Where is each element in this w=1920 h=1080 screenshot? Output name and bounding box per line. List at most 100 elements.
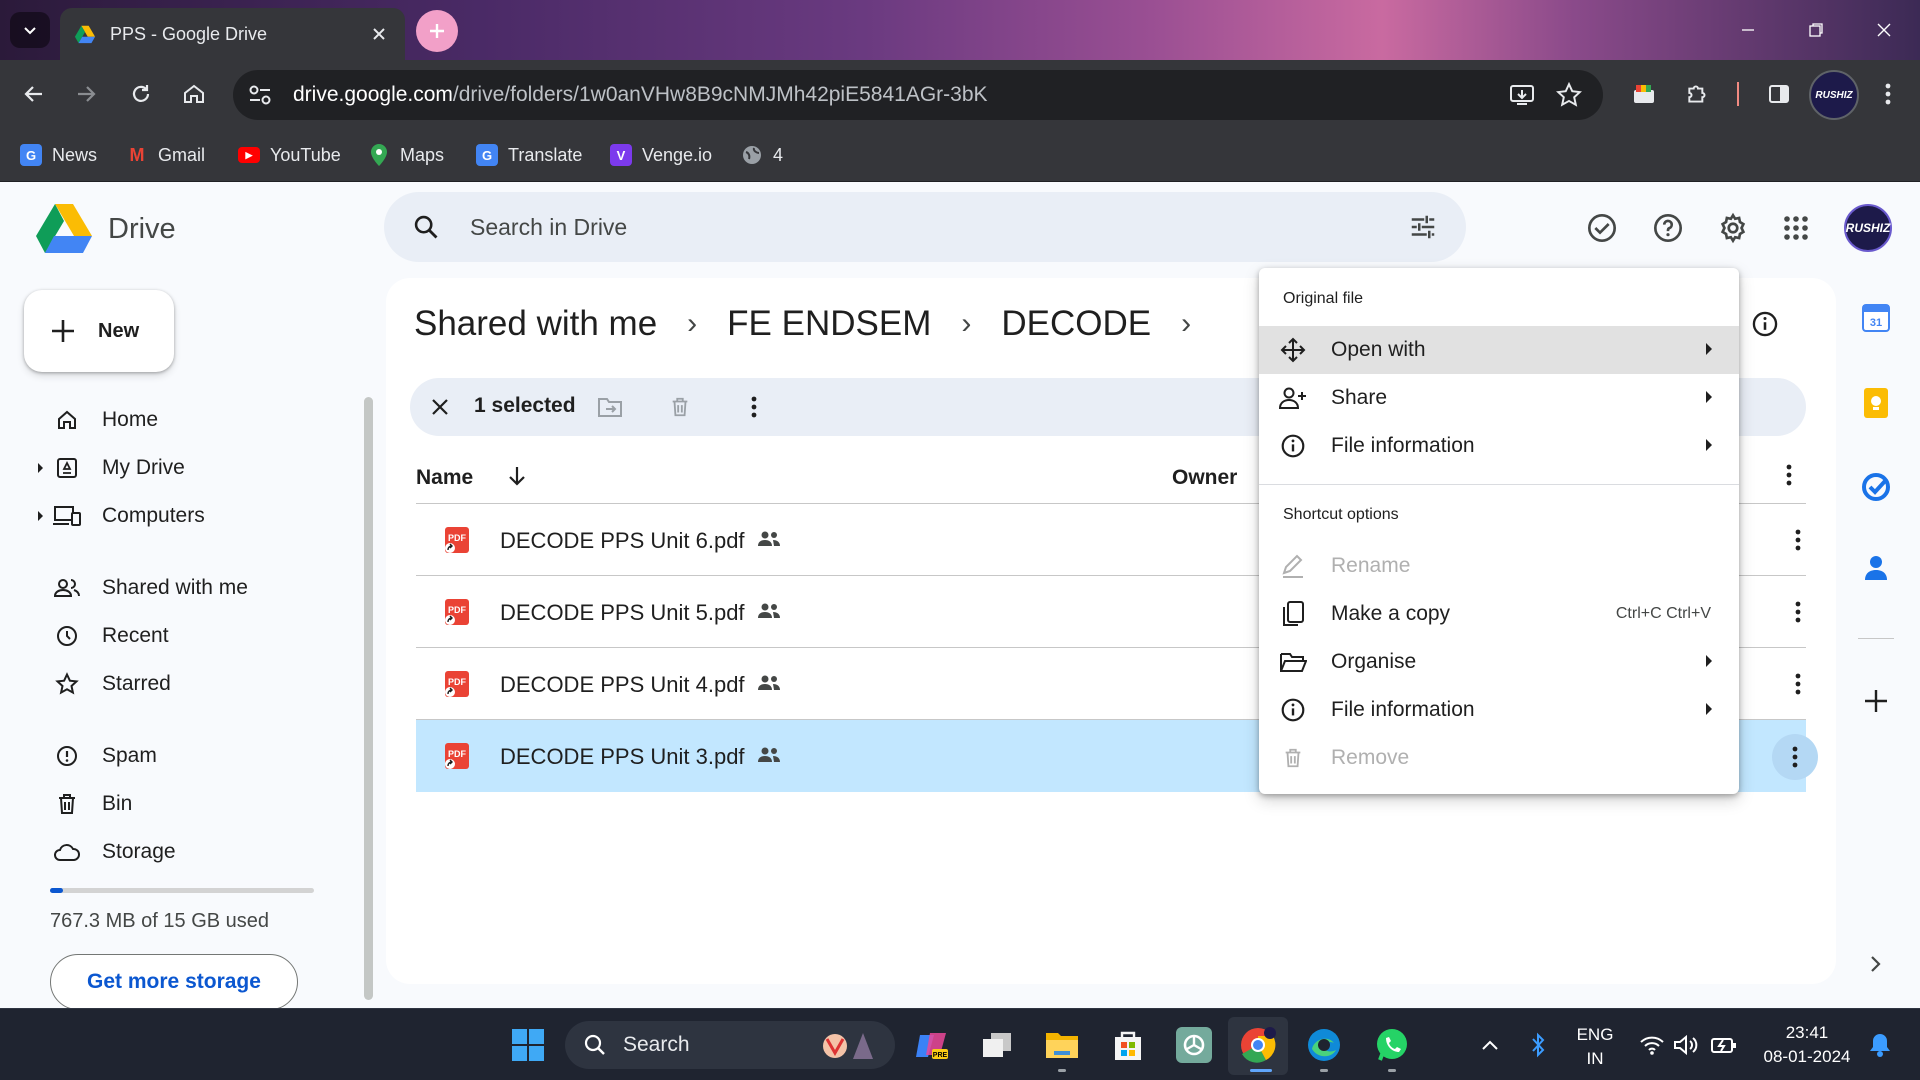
search-icon[interactable] — [412, 213, 440, 241]
bookmark-venge[interactable]: V Venge.io — [610, 140, 712, 170]
bookmark-folder-4[interactable]: 4 — [741, 140, 783, 170]
row-more-actions-icon[interactable] — [1786, 672, 1810, 696]
address-bar[interactable]: drive.google.com/drive/folders/1w0anVHw8… — [233, 70, 1603, 120]
sort-arrow-down-icon[interactable] — [506, 464, 528, 488]
offline-ready-button[interactable] — [1582, 208, 1622, 248]
restore-button[interactable] — [1800, 14, 1832, 46]
tab-search-button[interactable] — [10, 12, 50, 48]
chatgpt-app-icon[interactable] — [1172, 1023, 1216, 1067]
taskbar-search[interactable]: Search — [565, 1021, 895, 1069]
minimize-button[interactable] — [1732, 14, 1764, 46]
extension-button[interactable] — [1624, 74, 1664, 114]
clock[interactable]: 23:41 08-01-2024 — [1752, 1021, 1862, 1069]
copilot-taskbar-icon[interactable]: PRE — [910, 1023, 954, 1067]
new-button[interactable]: New — [24, 290, 174, 372]
sidebar-item-recent[interactable]: Recent — [36, 616, 336, 656]
file-name[interactable]: DECODE PPS Unit 3.pdf — [500, 744, 745, 770]
bookmark-gmail[interactable]: M Gmail — [126, 140, 206, 170]
account-avatar[interactable]: RUSHIZ — [1844, 204, 1892, 252]
sidebar-item-computers[interactable]: Computers — [36, 496, 336, 536]
browser-tab[interactable]: PPS - Google Drive — [60, 8, 405, 60]
new-tab-button[interactable] — [416, 10, 458, 52]
move-to-folder-icon[interactable] — [596, 393, 624, 421]
row-more-actions-icon[interactable] — [1786, 600, 1810, 624]
browser-profile-avatar[interactable]: RUSHIZ — [1809, 70, 1859, 120]
help-button[interactable] — [1648, 208, 1688, 248]
sidebar-scrollbar[interactable] — [364, 397, 373, 1000]
search-options-icon[interactable] — [1408, 212, 1438, 242]
drive-logo[interactable]: Drive — [36, 204, 176, 254]
bookmark-news[interactable]: G News — [20, 140, 97, 170]
notifications-bell-icon[interactable] — [1858, 1023, 1902, 1067]
menu-item-file-information[interactable]: File information — [1259, 422, 1739, 470]
start-button[interactable] — [506, 1023, 550, 1067]
tab-close-icon[interactable] — [367, 22, 391, 46]
get-more-storage-button[interactable]: Get more storage — [50, 954, 298, 1010]
menu-item-rename[interactable]: Rename — [1259, 542, 1739, 590]
language-indicator[interactable]: ENG IN — [1570, 1023, 1620, 1071]
row-more-actions-icon[interactable] — [1786, 528, 1810, 552]
bookmark-star-icon[interactable] — [1556, 82, 1582, 108]
bluetooth-icon[interactable] — [1516, 1023, 1560, 1067]
microsoft-store-icon[interactable] — [1106, 1023, 1150, 1067]
settings-button[interactable] — [1713, 208, 1753, 248]
task-view-icon[interactable] — [975, 1023, 1019, 1067]
column-header-name[interactable]: Name — [416, 466, 473, 490]
close-window-button[interactable] — [1868, 14, 1900, 46]
menu-item-make-a-copy[interactable]: Make a copy Ctrl+C Ctrl+V — [1259, 590, 1739, 638]
reload-button[interactable] — [121, 74, 161, 114]
menu-item-open-with[interactable]: Open with — [1259, 326, 1739, 374]
bookmark-maps[interactable]: Maps — [368, 140, 444, 170]
file-explorer-icon[interactable] — [1040, 1023, 1084, 1067]
drive-search-bar[interactable]: Search in Drive — [384, 192, 1466, 262]
side-panel-button[interactable] — [1759, 74, 1799, 114]
trash-icon[interactable] — [666, 393, 694, 421]
file-name[interactable]: DECODE PPS Unit 5.pdf — [500, 600, 745, 626]
show-hidden-icons-button[interactable] — [1468, 1023, 1512, 1067]
bookmark-youtube[interactable]: ▶ YouTube — [238, 140, 341, 170]
bookmark-translate[interactable]: G Translate — [476, 140, 582, 170]
edge-taskbar-icon[interactable] — [1302, 1023, 1346, 1067]
forward-button[interactable] — [66, 74, 106, 114]
breadcrumb-item[interactable]: Shared with me — [414, 304, 657, 344]
column-header-owner[interactable]: Owner — [1172, 466, 1237, 490]
install-app-icon[interactable] — [1509, 83, 1535, 107]
expand-side-panel-button[interactable] — [1840, 954, 1912, 974]
sidebar-item-home[interactable]: Home — [36, 400, 336, 440]
sidebar-item-storage[interactable]: Storage — [36, 832, 336, 872]
chrome-taskbar-icon[interactable] — [1236, 1023, 1280, 1067]
column-options-icon[interactable] — [1786, 464, 1792, 486]
file-name[interactable]: DECODE PPS Unit 6.pdf — [500, 528, 745, 554]
menu-item-file-information-shortcut[interactable]: File information — [1259, 686, 1739, 734]
home-button[interactable] — [174, 74, 214, 114]
row-more-actions-icon[interactable] — [1772, 734, 1818, 780]
sidebar-item-shared-with-me[interactable]: Shared with me — [36, 568, 336, 608]
whatsapp-taskbar-icon[interactable] — [1370, 1023, 1414, 1067]
battery-charging-icon[interactable] — [1702, 1023, 1746, 1067]
sidebar-item-spam[interactable]: Spam — [36, 736, 336, 776]
caret-right-icon[interactable] — [36, 462, 44, 474]
caret-right-icon[interactable] — [36, 510, 44, 522]
sidebar-item-my-drive[interactable]: My Drive — [36, 448, 336, 488]
site-settings-icon[interactable] — [247, 83, 273, 107]
menu-item-share[interactable]: Share — [1259, 374, 1739, 422]
menu-item-remove[interactable]: Remove — [1259, 734, 1739, 782]
browser-menu-button[interactable] — [1868, 74, 1908, 114]
file-name[interactable]: DECODE PPS Unit 4.pdf — [500, 672, 745, 698]
sidebar-item-starred[interactable]: Starred — [36, 664, 336, 704]
google-apps-button[interactable] — [1776, 208, 1816, 248]
more-actions-icon[interactable] — [740, 393, 768, 421]
menu-item-organise[interactable]: Organise — [1259, 638, 1739, 686]
back-button[interactable] — [14, 74, 54, 114]
details-info-button[interactable] — [1751, 310, 1779, 338]
extensions-button[interactable] — [1678, 74, 1718, 114]
sidebar-item-bin[interactable]: Bin — [36, 784, 336, 824]
breadcrumb-item[interactable]: FE ENDSEM — [727, 304, 931, 344]
calendar-app-icon[interactable]: 31 — [1840, 302, 1912, 332]
tasks-app-icon[interactable] — [1840, 472, 1912, 502]
keep-app-icon[interactable] — [1840, 388, 1912, 418]
clear-selection-icon[interactable] — [426, 393, 454, 421]
breadcrumb-item[interactable]: DECODE — [1001, 304, 1151, 344]
get-addons-button[interactable] — [1840, 688, 1912, 714]
contacts-app-icon[interactable] — [1840, 554, 1912, 580]
